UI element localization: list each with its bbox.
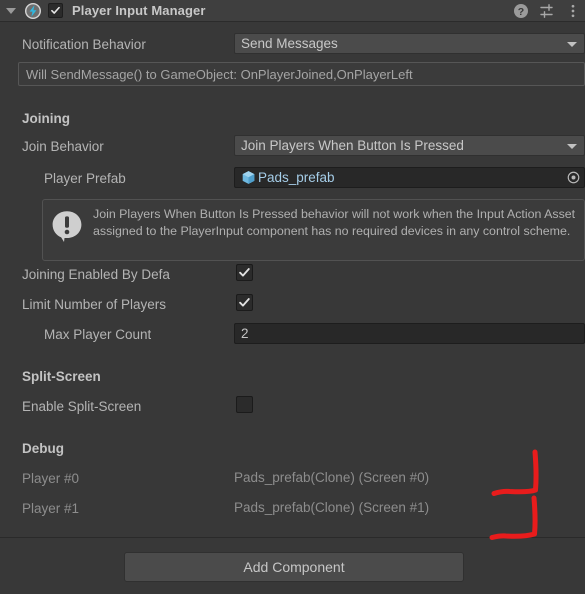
join-behavior-value: Join Players When Button Is Pressed bbox=[241, 138, 464, 153]
notification-behavior-dropdown[interactable]: Send Messages bbox=[234, 33, 585, 54]
player-prefab-value: Pads_prefab bbox=[258, 170, 335, 185]
checkmark-icon bbox=[239, 268, 250, 277]
max-player-count-input[interactable]: 2 bbox=[234, 323, 585, 344]
component-enabled-checkbox[interactable] bbox=[48, 3, 63, 18]
split-screen-section-header: Split-Screen bbox=[22, 368, 101, 384]
debug-player-0-value: Pads_prefab(Clone) (Screen #0) bbox=[234, 470, 430, 485]
join-behavior-warning-box: Join Players When Button Is Pressed beha… bbox=[42, 199, 585, 261]
input-system-bolt-icon bbox=[24, 2, 42, 20]
component-header[interactable]: Player Input Manager ? bbox=[0, 0, 585, 22]
object-picker-icon[interactable] bbox=[565, 170, 581, 186]
joining-section-header: Joining bbox=[22, 110, 70, 126]
more-menu-icon[interactable] bbox=[564, 3, 581, 20]
join-behavior-label: Join Behavior bbox=[22, 138, 104, 154]
enable-split-screen-checkbox[interactable] bbox=[236, 396, 253, 413]
notification-behavior-value: Send Messages bbox=[241, 36, 338, 51]
debug-section-header: Debug bbox=[22, 440, 64, 456]
help-icon[interactable]: ? bbox=[512, 3, 529, 20]
enable-split-screen-label: Enable Split-Screen bbox=[22, 398, 142, 414]
debug-player-0-label: Player #0 bbox=[22, 470, 80, 486]
footer-divider bbox=[0, 537, 585, 538]
chevron-down-icon bbox=[567, 143, 577, 149]
max-player-count-label: Max Player Count bbox=[44, 326, 152, 342]
limit-players-checkbox[interactable] bbox=[236, 294, 253, 311]
add-component-button[interactable]: Add Component bbox=[124, 552, 464, 582]
join-behavior-dropdown[interactable]: Join Players When Button Is Pressed bbox=[234, 135, 585, 156]
joining-enabled-checkbox[interactable] bbox=[236, 264, 253, 281]
join-behavior-warning-text: Join Players When Button Is Pressed beha… bbox=[93, 207, 576, 238]
checkmark-icon bbox=[239, 298, 250, 307]
debug-player-1-label: Player #1 bbox=[22, 500, 80, 516]
component-title: Player Input Manager bbox=[72, 3, 206, 18]
inspector-panel: Player Input Manager ? Notification Beha… bbox=[0, 0, 585, 594]
foldout-arrow-icon[interactable] bbox=[0, 0, 22, 22]
player-prefab-object-field[interactable]: Pads_prefab bbox=[234, 167, 585, 188]
notification-info-text: Will SendMessage() to GameObject: OnPlay… bbox=[26, 66, 413, 82]
warning-icon bbox=[51, 209, 85, 243]
debug-player-1-value: Pads_prefab(Clone) (Screen #1) bbox=[234, 500, 430, 515]
chevron-down-icon bbox=[567, 41, 577, 47]
add-component-label: Add Component bbox=[243, 559, 345, 575]
notification-behavior-label: Notification Behavior bbox=[22, 36, 146, 52]
preset-sliders-icon[interactable] bbox=[538, 3, 555, 20]
header-button-group: ? bbox=[512, 0, 581, 22]
limit-players-label: Limit Number of Players bbox=[22, 296, 167, 312]
notification-info-box: Will SendMessage() to GameObject: OnPlay… bbox=[18, 62, 585, 86]
svg-text:?: ? bbox=[517, 6, 523, 18]
joining-enabled-label: Joining Enabled By Defa bbox=[22, 266, 170, 282]
checkmark-icon bbox=[51, 6, 60, 14]
player-prefab-label: Player Prefab bbox=[44, 170, 126, 186]
prefab-cube-icon bbox=[240, 170, 256, 186]
max-player-count-value: 2 bbox=[241, 326, 249, 341]
